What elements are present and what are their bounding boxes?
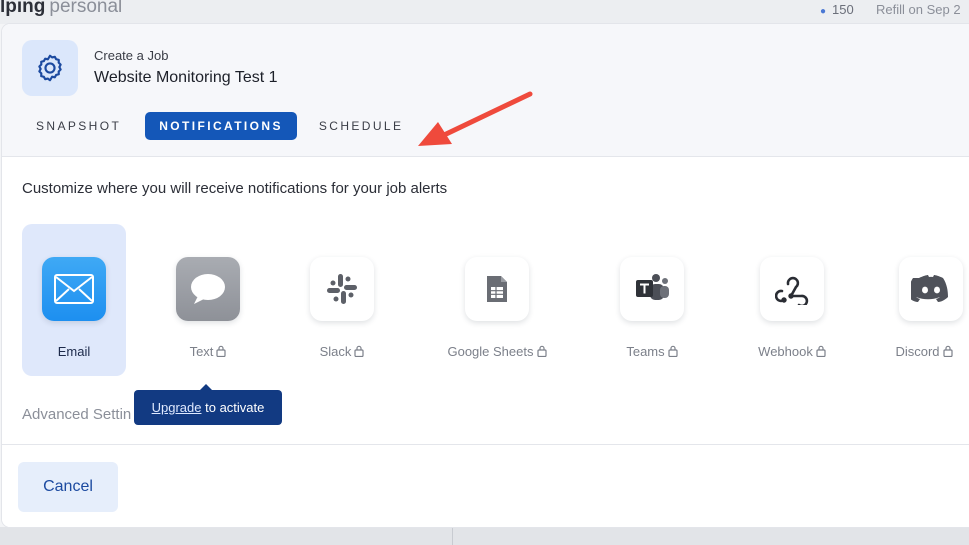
lock-icon (942, 345, 953, 357)
channel-label: Teams (580, 344, 724, 359)
modal-header: Create a Job Website Monitoring Test 1 S… (2, 24, 969, 157)
email-icon (42, 257, 106, 321)
tab-schedule[interactable]: SCHEDULE (305, 112, 418, 140)
refill-date: Refill on Sep 2 (876, 2, 961, 17)
google-sheets-icon (465, 257, 529, 321)
background-app-header: lping personal ● 150 Refill on Sep 2 (0, 0, 969, 24)
tab-snapshot[interactable]: SNAPSHOT (22, 112, 135, 140)
teams-icon (620, 257, 684, 321)
upgrade-link[interactable]: Upgrade (152, 400, 202, 415)
cancel-button[interactable]: Cancel (18, 462, 118, 512)
background-app-footer (0, 527, 969, 545)
channel-text[interactable]: Text (156, 224, 260, 376)
lock-icon (216, 345, 227, 357)
notifications-intro: Customize where you will receive notific… (22, 180, 448, 197)
channel-email[interactable]: Email (22, 224, 126, 376)
channel-label: Text (136, 344, 280, 359)
channel-teams[interactable]: Teams (600, 224, 704, 376)
channel-discord[interactable]: Discord (879, 224, 969, 376)
job-name: Website Monitoring Test 1 (94, 69, 278, 86)
lock-icon (354, 345, 364, 357)
channel-label: Email (57, 344, 91, 359)
credits-dot-icon: ● (820, 6, 827, 17)
slack-icon (310, 257, 374, 321)
channel-label: Google Sheets (425, 344, 569, 359)
modal-footer: Cancel (2, 444, 969, 527)
gear-icon (22, 40, 78, 96)
background-app-title: lping personal (0, 0, 123, 17)
advanced-settings-link[interactable]: Advanced Settin (22, 406, 131, 423)
webhook-icon (760, 257, 824, 321)
channel-label: Webhook (720, 344, 864, 359)
chat-bubble-icon (176, 257, 240, 321)
upgrade-tooltip: Upgrade to activate (134, 384, 282, 425)
credits-count: ● 150 (820, 2, 854, 17)
channel-slack[interactable]: Slack (290, 224, 394, 376)
channel-label: Slack (270, 344, 414, 359)
create-job-modal: Create a Job Website Monitoring Test 1 S… (2, 24, 969, 527)
tab-bar: SNAPSHOT NOTIFICATIONS SCHEDULE (22, 112, 417, 140)
channel-google-sheets[interactable]: Google Sheets (445, 224, 549, 376)
notification-channels: Email Text Slack Google Sheets Teams Web… (22, 224, 969, 380)
channel-webhook[interactable]: Webhook (740, 224, 844, 376)
job-eyebrow: Create a Job (94, 48, 169, 63)
tab-notifications[interactable]: NOTIFICATIONS (145, 112, 297, 140)
lock-icon (816, 345, 826, 357)
discord-icon (899, 257, 963, 321)
red-arrow-annotation (418, 91, 533, 146)
tooltip-text: to activate (205, 400, 265, 415)
lock-icon (536, 345, 547, 357)
lock-icon (668, 345, 678, 357)
channel-label: Discord (859, 344, 969, 359)
